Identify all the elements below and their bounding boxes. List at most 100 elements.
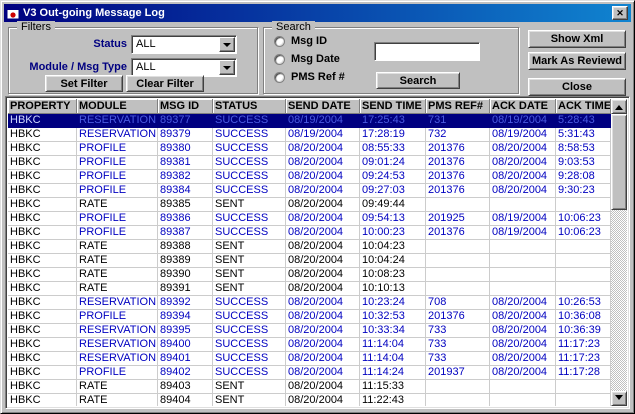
module-msg-type-dropdown-value: ALL [136,61,156,73]
module-msg-type-label: Module / Msg Type [13,61,127,73]
table-row[interactable]: HBKCPROFILE89384SUCCESS08/20/200409:27:0… [8,184,611,198]
cell-send-date: 08/20/2004 [286,366,360,380]
cell-property: HBKC [8,254,77,268]
cell-send-time: 10:33:34 [360,324,426,338]
cell-ack-date: 08/20/2004 [490,366,556,380]
cell-module: RESERVATION [77,338,158,352]
cell-status: SENT [213,198,286,212]
column-header-pms-ref[interactable]: PMS REF# [426,99,490,114]
cell-msg-id: 89380 [158,142,213,156]
search-input[interactable] [374,42,480,61]
cell-send-date: 08/20/2004 [286,310,360,324]
table-row[interactable]: HBKCPROFILE89380SUCCESS08/20/200408:55:3… [8,142,611,156]
cell-send-time: 10:32:53 [360,310,426,324]
cell-ack-date: 08/19/2004 [490,128,556,142]
table-row[interactable]: HBKCRESERVATION89377SUCCESS08/19/200417:… [8,114,611,128]
column-header-send-time[interactable]: SEND TIME [360,99,426,114]
scroll-up-button[interactable] [611,99,627,114]
cell-ack-date [490,380,556,394]
cell-ack-time: 11:17:28 [556,366,611,380]
table-row[interactable]: HBKCRESERVATION89395SUCCESS08/20/200410:… [8,324,611,338]
table-row[interactable]: HBKCRATE89389SENT08/20/200410:04:24 [8,254,611,268]
cell-send-time: 10:04:24 [360,254,426,268]
table-row[interactable]: HBKCRESERVATION89379SUCCESS08/19/200417:… [8,128,611,142]
cell-property: HBKC [8,240,77,254]
cell-msg-id: 89390 [158,268,213,282]
cell-property: HBKC [8,296,77,310]
column-header-msg-id[interactable]: MSG ID [158,99,213,114]
scroll-down-button[interactable] [611,391,627,406]
cell-ack-time: 10:36:39 [556,324,611,338]
cell-send-time: 10:10:13 [360,282,426,296]
cell-pms-ref: 201376 [426,142,490,156]
table-row[interactable]: HBKCRESERVATION89400SUCCESS08/20/200411:… [8,338,611,352]
table-row[interactable]: HBKCRESERVATION89392SUCCESS08/20/200410:… [8,296,611,310]
close-button[interactable]: Close [528,78,626,96]
vertical-scrollbar[interactable] [611,99,627,406]
table-row[interactable]: HBKCRATE89403SENT08/20/200411:15:33 [8,380,611,394]
table-row[interactable]: HBKCPROFILE89402SUCCESS08/20/200411:14:2… [8,366,611,380]
cell-status: SUCCESS [213,338,286,352]
cell-pms-ref: 201376 [426,226,490,240]
table-row[interactable]: HBKCRATE89404SENT08/20/200411:22:43 [8,394,611,406]
cell-module: RESERVATION [77,324,158,338]
cell-status: SUCCESS [213,170,286,184]
cell-msg-id: 89401 [158,352,213,366]
cell-ack-time [556,380,611,394]
table-row[interactable]: HBKCRESERVATION89401SUCCESS08/20/200411:… [8,352,611,366]
cell-send-date: 08/20/2004 [286,240,360,254]
table-row[interactable]: HBKCRATE89388SENT08/20/200410:04:23 [8,240,611,254]
msg-date-radio[interactable] [274,54,285,65]
msg-id-radio-label: Msg ID [291,35,327,47]
cell-module: RATE [77,380,158,394]
set-filter-button[interactable]: Set Filter [45,75,123,92]
cell-send-date: 08/20/2004 [286,380,360,394]
pms-ref-radio[interactable] [274,72,285,83]
table-row[interactable]: HBKCPROFILE89382SUCCESS08/20/200409:24:5… [8,170,611,184]
cell-pms-ref: 733 [426,338,490,352]
cell-msg-id: 89402 [158,366,213,380]
column-header-module[interactable]: MODULE [77,99,158,114]
msg-id-radio[interactable] [274,36,285,47]
column-header-ack-date[interactable]: ACK DATE [490,99,556,114]
table-row[interactable]: HBKCPROFILE89381SUCCESS08/20/200409:01:2… [8,156,611,170]
column-header-property[interactable]: PROPERTY [8,99,77,114]
cell-status: SUCCESS [213,352,286,366]
table-row[interactable]: HBKCPROFILE89386SUCCESS08/20/200409:54:1… [8,212,611,226]
cell-ack-date [490,240,556,254]
table-row[interactable]: HBKCRATE89385SENT08/20/200409:49:44 [8,198,611,212]
module-dropdown-arrow-icon[interactable] [219,60,235,75]
column-header-send-date[interactable]: SEND DATE [286,99,360,114]
cell-status: SUCCESS [213,114,286,128]
table-row[interactable]: HBKCPROFILE89387SUCCESS08/20/200410:00:2… [8,226,611,240]
column-header-status[interactable]: STATUS [213,99,286,114]
cell-msg-id: 89382 [158,170,213,184]
cell-ack-time: 11:17:23 [556,352,611,366]
cell-status: SUCCESS [213,366,286,380]
cell-status: SUCCESS [213,156,286,170]
cell-send-date: 08/20/2004 [286,226,360,240]
cell-send-time: 09:49:44 [360,198,426,212]
clear-filter-button[interactable]: Clear Filter [126,75,204,92]
cell-status: SENT [213,394,286,406]
cell-send-time: 11:15:33 [360,380,426,394]
filters-legend: Filters [17,21,55,33]
cell-ack-time [556,240,611,254]
mark-as-reviewed-button[interactable]: Mark As Reviewd [528,52,626,70]
search-button[interactable]: Search [376,72,460,89]
table-row[interactable]: HBKCPROFILE89394SUCCESS08/20/200410:32:5… [8,310,611,324]
cell-ack-time: 10:36:08 [556,310,611,324]
cell-pms-ref [426,198,490,212]
table-row[interactable]: HBKCRATE89391SENT08/20/200410:10:13 [8,282,611,296]
cell-send-date: 08/20/2004 [286,254,360,268]
close-window-button[interactable]: ✕ [612,6,628,20]
cell-pms-ref [426,380,490,394]
show-xml-button[interactable]: Show Xml [528,30,626,48]
scrollbar-thumb[interactable] [611,114,627,210]
cell-msg-id: 89384 [158,184,213,198]
cell-pms-ref [426,240,490,254]
status-dropdown[interactable]: ALL [131,35,237,54]
status-dropdown-arrow-icon[interactable] [219,37,235,52]
column-header-ack-time[interactable]: ACK TIME [556,99,611,114]
table-row[interactable]: HBKCRATE89390SENT08/20/200410:08:23 [8,268,611,282]
